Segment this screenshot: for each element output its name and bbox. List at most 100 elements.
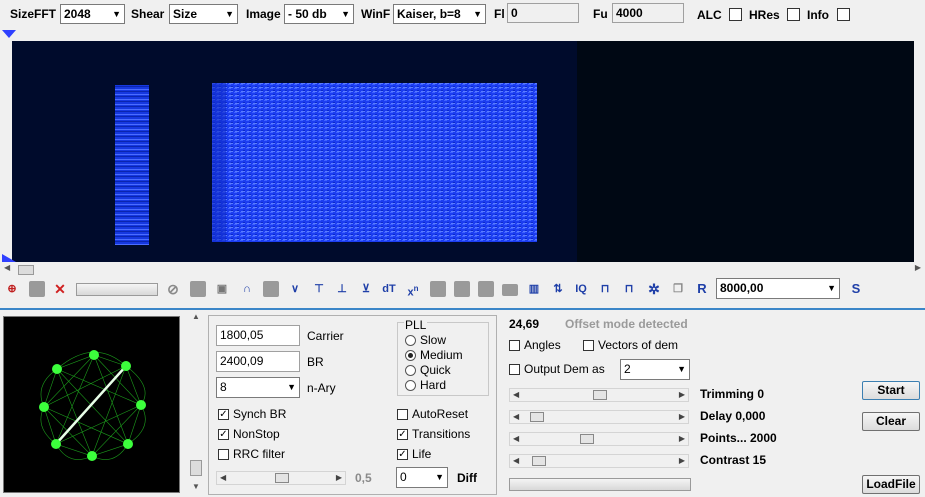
slider-right-icon[interactable]: ▶	[679, 411, 685, 423]
v-icon[interactable]: ∨	[287, 281, 303, 297]
slider-left-icon[interactable]: ◀	[513, 389, 519, 401]
fl-field[interactable]: 0	[507, 3, 579, 23]
hres-checkbox[interactable]	[787, 8, 800, 21]
output-dem-checkbox[interactable]	[509, 364, 520, 375]
vectors-label: Vectors of dem	[598, 338, 679, 352]
fl-label: Fl	[494, 7, 505, 21]
slider-thumb[interactable]	[580, 434, 594, 444]
synch-br-checkbox[interactable]: ✓	[218, 409, 229, 420]
pll-slow-radio[interactable]	[405, 335, 416, 346]
square-icon[interactable]: ▣	[214, 281, 230, 297]
slider-thumb[interactable]	[593, 390, 607, 400]
scroll-down-icon[interactable]: ▼	[192, 482, 200, 491]
vectors-checkbox[interactable]	[583, 340, 594, 351]
life-checkbox[interactable]: ✓	[397, 449, 408, 460]
carrier-label: Carrier	[307, 329, 344, 343]
image-select[interactable]: - 50 db ▼	[284, 4, 354, 24]
iq-icon[interactable]: IQ	[573, 281, 589, 297]
start-button[interactable]: Start	[862, 381, 920, 400]
slider-right-icon[interactable]: ▶	[679, 433, 685, 445]
scroll-right-icon[interactable]: ▶	[915, 263, 921, 272]
slider-right-icon[interactable]: ▶	[336, 472, 342, 484]
spectrogram-panel[interactable]	[0, 28, 925, 264]
loadfile-button[interactable]: LoadFile	[862, 475, 920, 494]
winf-label: WinF	[361, 7, 391, 21]
dt-icon[interactable]: dT	[381, 281, 397, 297]
slider-thumb[interactable]	[530, 412, 544, 422]
autoreset-checkbox[interactable]	[397, 409, 408, 420]
points-slider[interactable]: ◀ ▶	[509, 432, 689, 446]
info-checkbox[interactable]	[837, 8, 850, 21]
zoom-icon[interactable]: ⊕	[4, 281, 20, 297]
copy-icon[interactable]: ❐	[670, 281, 686, 297]
bars-icon[interactable]: ▥	[526, 281, 542, 297]
rrc-slider[interactable]: ◀ ▶	[216, 471, 346, 485]
slider-thumb[interactable]	[532, 456, 546, 466]
slider-right-icon[interactable]: ▶	[679, 455, 685, 467]
down-arrow-icon[interactable]: ⊥	[334, 281, 350, 297]
meander-icon[interactable]: ⊓	[597, 281, 613, 297]
slider-left-icon[interactable]: ◀	[513, 433, 519, 445]
s-icon[interactable]: S	[848, 281, 864, 297]
angles-label: Angles	[524, 338, 561, 352]
pll-medium-radio[interactable]	[405, 350, 416, 361]
slider-right-icon[interactable]: ▶	[679, 389, 685, 401]
shear-select[interactable]: Size ▼	[169, 4, 238, 24]
slider-left-icon[interactable]: ◀	[513, 411, 519, 423]
delete-icon[interactable]: ✕	[52, 281, 68, 297]
r-icon[interactable]: R	[694, 281, 710, 297]
sizefft-select[interactable]: 2048 ▼	[60, 4, 125, 24]
gear-icon[interactable]: ✲	[646, 281, 662, 297]
gray-block[interactable]	[478, 281, 494, 297]
arch-icon[interactable]: ∩	[239, 281, 255, 297]
pll-quick-label: Quick	[420, 363, 451, 377]
page-icon[interactable]	[263, 281, 279, 297]
page-icon[interactable]	[190, 281, 206, 297]
slider-left-icon[interactable]: ◀	[513, 455, 519, 467]
scroll-thumb[interactable]	[190, 460, 202, 476]
diff-select[interactable]: 0 ▼	[396, 467, 448, 488]
down-arrow2-icon[interactable]: ⊻	[358, 281, 374, 297]
meander2-icon[interactable]: ⊓	[621, 281, 637, 297]
constellation-scrollbar[interactable]: ▲ ▼	[189, 312, 203, 493]
slider-left-icon[interactable]: ◀	[220, 472, 226, 484]
shear-label: Shear	[131, 7, 165, 21]
transitions-label: Transitions	[412, 427, 471, 441]
page-icon[interactable]	[29, 281, 45, 297]
carrier-field[interactable]: 1800,05	[216, 325, 300, 346]
gray-block[interactable]	[430, 281, 446, 297]
slider-thumb[interactable]	[275, 473, 289, 483]
pll-hard-radio[interactable]	[405, 380, 416, 391]
angles-checkbox[interactable]	[509, 340, 520, 351]
marker-top-icon[interactable]	[2, 30, 16, 38]
scroll-thumb[interactable]	[18, 265, 34, 275]
no-icon[interactable]: ⊘	[165, 281, 181, 297]
fu-label: Fu	[593, 7, 608, 21]
clear-button[interactable]: Clear	[862, 412, 920, 431]
nary-select[interactable]: 8 ▼	[216, 377, 300, 398]
delay-slider[interactable]: ◀ ▶	[509, 410, 689, 424]
scroll-left-icon[interactable]: ◀	[4, 263, 10, 272]
iq-arrows-icon[interactable]: ⇅	[550, 281, 566, 297]
frequency-combo[interactable]: 8000,00 ▼	[716, 278, 840, 299]
winf-select[interactable]: Kaiser, b=8 ▼	[393, 4, 486, 24]
transitions-checkbox[interactable]: ✓	[397, 429, 408, 440]
scroll-up-icon[interactable]: ▲	[192, 312, 200, 321]
nonstop-checkbox[interactable]: ✓	[218, 429, 229, 440]
contrast-slider[interactable]: ◀ ▶	[509, 454, 689, 468]
up-arrow-icon[interactable]: ⊤	[311, 281, 327, 297]
spectrogram-scrollbar[interactable]: ◀ ▶	[4, 263, 921, 276]
rrc-filter-checkbox[interactable]	[218, 449, 229, 460]
pll-medium-label: Medium	[420, 348, 463, 362]
pll-quick-radio[interactable]	[405, 365, 416, 376]
gray-block[interactable]	[454, 281, 470, 297]
trimming-slider[interactable]: ◀ ▶	[509, 388, 689, 402]
x-squared-icon[interactable]: xn	[405, 281, 421, 299]
chevron-down-icon: ▼	[435, 472, 444, 482]
fu-field[interactable]: 4000	[612, 3, 684, 23]
chevron-down-icon: ▼	[225, 9, 234, 19]
gray-block[interactable]	[502, 284, 518, 296]
alc-checkbox[interactable]	[729, 8, 742, 21]
br-field[interactable]: 2400,09	[216, 351, 300, 372]
output-dem-select[interactable]: 2 ▼	[620, 359, 690, 380]
